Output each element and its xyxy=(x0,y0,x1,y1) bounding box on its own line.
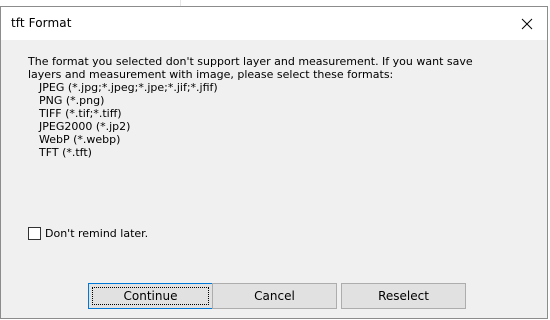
continue-button[interactable]: Continue xyxy=(88,283,213,309)
close-icon xyxy=(521,18,533,29)
dont-remind-checkbox[interactable] xyxy=(28,227,41,240)
dialog-title: tft Format xyxy=(11,16,72,30)
tft-format-dialog: tft Format The format you selected don't… xyxy=(0,6,548,319)
format-item-webp: WebP (*.webp) xyxy=(39,133,121,146)
message-line: The format you selected don't support la… xyxy=(28,55,473,68)
format-item-tiff: TIFF (*.tif;*.tiff) xyxy=(39,107,122,120)
format-item-png: PNG (*.png) xyxy=(39,94,105,107)
format-list: JPEG (*.jpg;*.jpeg;*.jpe;*.jif;*.jfif) P… xyxy=(28,81,528,159)
close-button[interactable] xyxy=(507,7,547,40)
reselect-button-label: Reselect xyxy=(378,289,429,303)
dont-remind-label[interactable]: Don't remind later. xyxy=(45,227,148,240)
format-item-tft: TFT (*.tft) xyxy=(39,146,92,159)
cancel-button-label: Cancel xyxy=(254,289,295,303)
dont-remind-checkbox-row[interactable]: Don't remind later. xyxy=(28,227,148,240)
title-bar: tft Format xyxy=(1,7,547,40)
message-text: The format you selected don't support la… xyxy=(28,55,528,159)
reselect-button[interactable]: Reselect xyxy=(341,283,466,309)
focus-ring xyxy=(92,287,209,305)
cancel-button[interactable]: Cancel xyxy=(212,283,337,309)
format-item-jpeg2000: JPEG2000 (*.jp2) xyxy=(39,120,131,133)
format-item-jpeg: JPEG (*.jpg;*.jpeg;*.jpe;*.jif;*.jfif) xyxy=(39,81,218,94)
message-line: layers and measurement with image, pleas… xyxy=(28,68,394,81)
